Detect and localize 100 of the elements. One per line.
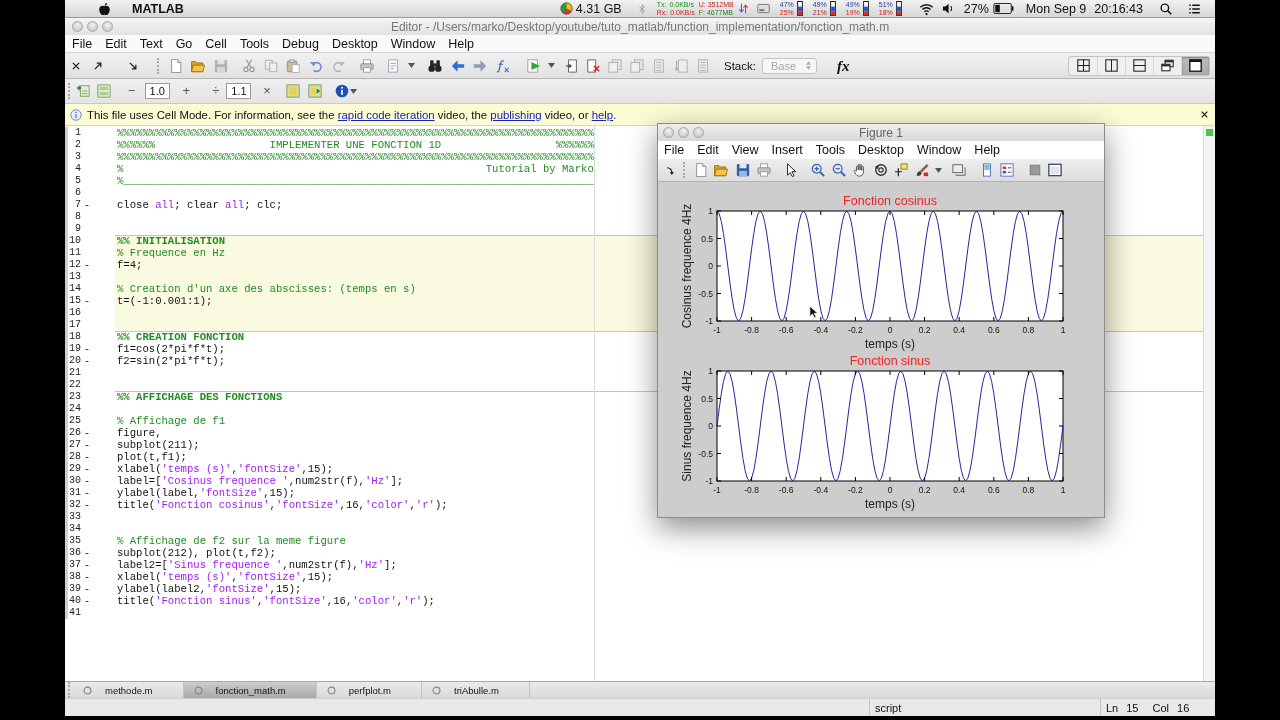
- tick-label: 1: [708, 366, 713, 376]
- close-icon[interactable]: [1200, 110, 1209, 119]
- new-file-icon[interactable]: [694, 163, 708, 177]
- info-icon: [70, 108, 82, 121]
- evaluate-advance-icon[interactable]: [307, 84, 322, 98]
- function-icon[interactable]: [496, 58, 510, 73]
- print-icon[interactable]: [360, 58, 374, 73]
- code-line: t=(-1:0.001:1);: [117, 295, 213, 307]
- figure-window[interactable]: [657, 123, 1105, 518]
- zoom-in-icon[interactable]: [811, 163, 825, 177]
- function-browser-button[interactable]: fx: [836, 57, 850, 74]
- scrollbar[interactable]: [1203, 126, 1215, 681]
- binoculars-icon[interactable]: [428, 58, 442, 73]
- menu-item[interactable]: Window: [916, 143, 962, 157]
- menu-item[interactable]: Insert: [771, 143, 803, 157]
- meter-bar-icon[interactable]: [829, 1, 836, 16]
- menu-item[interactable]: Edit: [105, 36, 127, 51]
- chart-title: Fonction cosinus: [843, 194, 937, 208]
- menu-item[interactable]: Desktop: [331, 36, 378, 51]
- curved-arrow-icon[interactable]: [665, 164, 676, 176]
- meter-bar-icon[interactable]: [895, 1, 902, 16]
- menu-item[interactable]: Tools: [815, 143, 846, 157]
- menu-item[interactable]: Window: [390, 36, 436, 51]
- new-file-icon[interactable]: [169, 58, 183, 73]
- brush-icon[interactable]: [915, 163, 929, 177]
- info-link[interactable]: rapid code iteration: [337, 108, 435, 121]
- cell-list-icon[interactable]: [97, 84, 111, 98]
- insert-cell-icon[interactable]: [76, 84, 90, 98]
- tab-close-icon[interactable]: [432, 685, 441, 695]
- info-icon[interactable]: [334, 84, 349, 98]
- menu-item[interactable]: Cell: [205, 36, 227, 51]
- line-number: 6: [74, 187, 81, 199]
- tab-close-icon[interactable]: [326, 685, 336, 695]
- page-cross-icon[interactable]: [586, 58, 600, 73]
- file-type-text: script: [875, 701, 902, 714]
- linked-plot-icon[interactable]: [952, 163, 966, 177]
- menu-item[interactable]: Debug: [282, 36, 319, 51]
- file-tab[interactable]: fonction_math.m: [183, 682, 317, 698]
- layout-button[interactable]: [1181, 56, 1209, 75]
- open-folder-icon[interactable]: [714, 163, 728, 177]
- pie-chart-icon[interactable]: [559, 2, 573, 15]
- menu-item[interactable]: File: [664, 143, 685, 157]
- zoom-out-icon[interactable]: [832, 163, 846, 177]
- increment-button[interactable]: +: [182, 84, 191, 98]
- arrow-down-right-icon[interactable]: [128, 60, 138, 71]
- meter-bar-icon[interactable]: [862, 1, 869, 16]
- meter-bar-icon[interactable]: [796, 1, 803, 16]
- line-label: Ln: [1106, 701, 1119, 714]
- menu-item[interactable]: Help: [448, 36, 474, 51]
- menu-item[interactable]: Tools: [239, 36, 270, 51]
- menu-item[interactable]: Desktop: [858, 143, 904, 157]
- info-link[interactable]: publishing: [490, 108, 542, 121]
- save-icon[interactable]: [736, 163, 750, 177]
- evaluate-cell-icon[interactable]: [285, 84, 300, 98]
- multiply-button[interactable]: ×: [263, 84, 271, 98]
- menu-item[interactable]: Help: [974, 143, 1001, 157]
- colorbar-icon[interactable]: [980, 163, 994, 177]
- tick-label: 0.6: [987, 485, 1000, 495]
- cross-icon[interactable]: [71, 60, 81, 71]
- caret-icon[interactable]: [408, 63, 415, 68]
- legend-icon[interactable]: [1000, 163, 1014, 177]
- rotate-icon[interactable]: [874, 163, 888, 177]
- menu-item[interactable]: Edit: [697, 143, 719, 157]
- tick-label: -0.6: [778, 485, 794, 495]
- square-icon[interactable]: [1028, 163, 1042, 177]
- number-field[interactable]: 1.0: [144, 83, 170, 99]
- open-folder-icon[interactable]: [191, 58, 205, 73]
- divide-button[interactable]: ÷: [212, 84, 220, 98]
- back-arrow-icon[interactable]: [451, 58, 465, 73]
- pointer-icon[interactable]: [784, 163, 798, 177]
- paste-icon[interactable]: [286, 58, 300, 73]
- up-down-arrows-icon[interactable]: [737, 2, 749, 15]
- scissors-icon[interactable]: [242, 58, 256, 73]
- menu-item[interactable]: File: [72, 36, 93, 51]
- app-menu[interactable]: MATLAB: [132, 1, 184, 16]
- list-icon[interactable]: [1188, 2, 1201, 15]
- caret-icon[interactable]: [935, 167, 942, 173]
- line-number: 5: [74, 175, 81, 187]
- arrow-up-right-icon[interactable]: [93, 60, 103, 71]
- tab-close-icon[interactable]: [83, 685, 92, 695]
- menu-item[interactable]: View: [731, 143, 759, 157]
- code-line: %%%%%% IMPLEMENTER UNE FONCTION 1D %%%%%%: [117, 139, 594, 151]
- caret-icon[interactable]: [349, 88, 357, 94]
- menu-item[interactable]: Go: [175, 36, 193, 51]
- print-icon[interactable]: [757, 163, 771, 177]
- hand-icon[interactable]: [853, 163, 867, 177]
- wifi-icon[interactable]: [918, 1, 934, 16]
- speaker-icon[interactable]: [941, 2, 952, 15]
- battery-icon[interactable]: [992, 3, 1014, 14]
- caret-icon[interactable]: [548, 63, 555, 68]
- run-icon[interactable]: [527, 58, 541, 73]
- menu-item[interactable]: Text: [139, 36, 163, 51]
- search-icon[interactable]: [1160, 2, 1172, 15]
- decrement-button[interactable]: −: [128, 84, 136, 98]
- dock-frame-icon[interactable]: [1048, 163, 1062, 177]
- line-marker: -: [83, 439, 91, 451]
- number-field[interactable]: 1.1: [226, 83, 252, 99]
- apple-icon[interactable]: [98, 1, 111, 16]
- drive-icon[interactable]: [756, 2, 770, 15]
- data-cursor-icon[interactable]: [894, 163, 908, 177]
